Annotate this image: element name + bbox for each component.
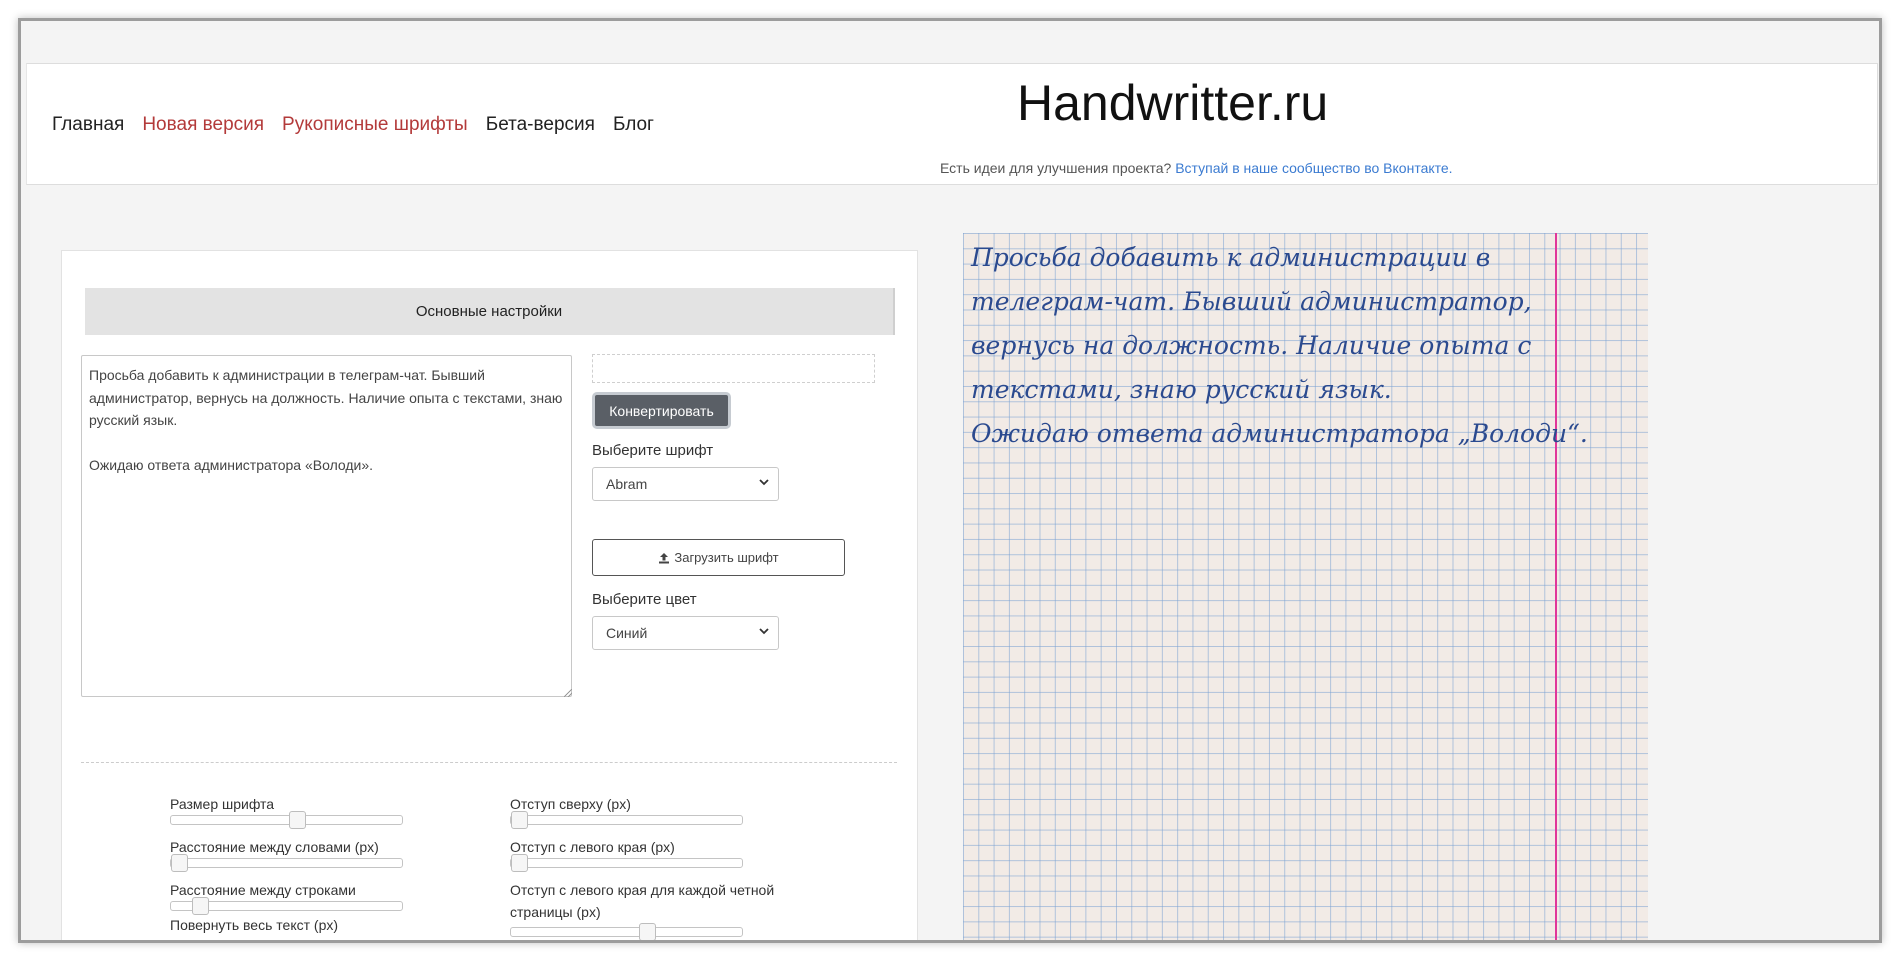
rotate-text-label: Повернуть весь текст (px) bbox=[170, 917, 339, 933]
file-dropzone[interactable] bbox=[592, 354, 875, 383]
handwritten-line: текстами, знаю русский язык. bbox=[971, 375, 1392, 404]
left-offset-slider[interactable] bbox=[510, 854, 743, 872]
top-strip bbox=[21, 21, 1879, 61]
color-select-value: Синий bbox=[606, 625, 648, 641]
margin-line bbox=[1555, 233, 1557, 940]
chevron-down-icon bbox=[759, 476, 769, 490]
handwritten-line: телеграм-чат. Бывший администратор, bbox=[971, 287, 1532, 316]
handwritten-line: Просьба добавить к администрации в bbox=[971, 243, 1491, 272]
slider-handle[interactable] bbox=[171, 854, 188, 872]
settings-panel: Основные настройки Просьба добавить к ад… bbox=[61, 250, 918, 940]
word-spacing-slider[interactable] bbox=[170, 854, 403, 872]
even-page-offset-label: Отступ с левого края для каждой четной с… bbox=[510, 882, 775, 920]
nav-home[interactable]: Главная bbox=[52, 114, 124, 136]
font-size-label: Размер шрифта bbox=[170, 796, 275, 812]
tagline-text: Есть идеи для улучшения проекта? bbox=[940, 160, 1172, 176]
nav-beta-version[interactable]: Бета-версия bbox=[486, 114, 595, 136]
handwriting-preview: Просьба добавить к администрации в телег… bbox=[963, 233, 1648, 940]
handwritten-line: вернусь на должность. Наличие опыта с bbox=[971, 331, 1532, 360]
text-input[interactable]: Просьба добавить к администрации в телег… bbox=[81, 355, 572, 697]
site-title[interactable]: Handwritter.ru bbox=[1017, 74, 1328, 132]
color-label: Выберите цвет bbox=[592, 591, 697, 608]
color-select[interactable]: Синий bbox=[592, 616, 779, 650]
chevron-down-icon bbox=[759, 625, 769, 639]
handwritten-text: Просьба добавить к администрации в телег… bbox=[971, 236, 1588, 456]
even-page-offset-slider[interactable] bbox=[510, 923, 743, 940]
browser-viewport: Главная Новая версия Рукописные шрифты Б… bbox=[18, 18, 1882, 943]
handwritten-line: Ожидаю ответа администратора „Володи“. bbox=[971, 419, 1588, 448]
vk-community-link[interactable]: Вступай в наше сообщество во Вконтакте. bbox=[1175, 160, 1452, 176]
section-header[interactable]: Основные настройки bbox=[85, 288, 895, 335]
slider-handle[interactable] bbox=[511, 854, 528, 872]
upload-font-button[interactable]: Загрузить шрифт bbox=[592, 539, 845, 576]
section-divider bbox=[81, 762, 897, 763]
word-spacing-label: Расстояние между словами (px) bbox=[170, 839, 379, 855]
slider-handle[interactable] bbox=[639, 923, 656, 940]
upload-font-label: Загрузить шрифт bbox=[674, 550, 779, 565]
resize-grip-icon[interactable] bbox=[564, 689, 572, 697]
nav-new-version[interactable]: Новая версия bbox=[142, 114, 264, 136]
font-select[interactable]: Abram bbox=[592, 467, 779, 501]
line-spacing-slider[interactable] bbox=[170, 897, 403, 915]
tagline: Есть идеи для улучшения проекта? Вступай… bbox=[940, 160, 1453, 176]
top-offset-slider[interactable] bbox=[510, 811, 743, 829]
convert-button[interactable]: Конвертировать bbox=[592, 392, 731, 429]
font-size-slider[interactable] bbox=[170, 811, 403, 829]
slider-handle[interactable] bbox=[192, 897, 209, 915]
top-offset-label: Отступ сверху (px) bbox=[510, 796, 631, 812]
nav-blog[interactable]: Блог bbox=[613, 114, 654, 136]
slider-handle[interactable] bbox=[511, 811, 528, 829]
upload-icon bbox=[658, 552, 670, 564]
site-header: Главная Новая версия Рукописные шрифты Б… bbox=[26, 63, 1878, 185]
left-offset-label: Отступ с левого края (px) bbox=[510, 839, 675, 855]
nav-handwritten-fonts[interactable]: Рукописные шрифты bbox=[282, 114, 468, 136]
main-nav: Главная Новая версия Рукописные шрифты Б… bbox=[52, 114, 672, 136]
slider-handle[interactable] bbox=[289, 811, 306, 829]
font-select-value: Abram bbox=[606, 476, 648, 492]
font-label: Выберите шрифт bbox=[592, 442, 714, 459]
